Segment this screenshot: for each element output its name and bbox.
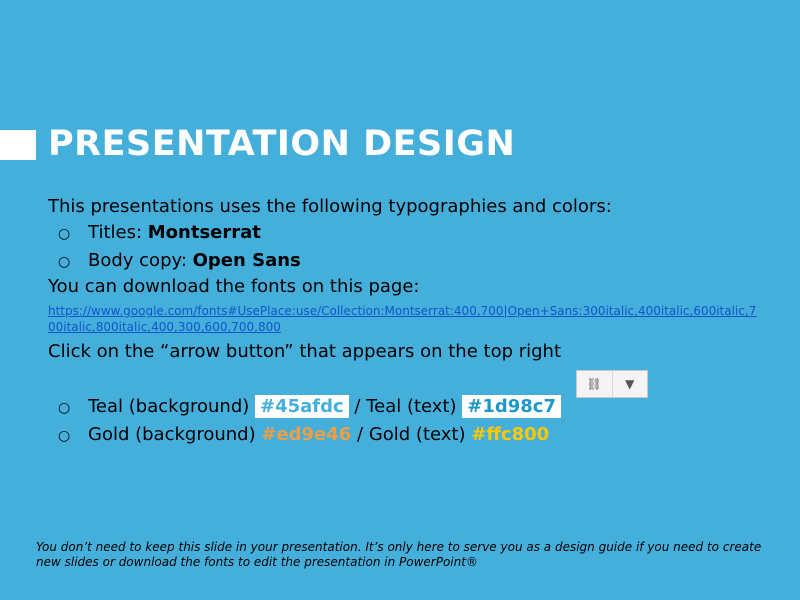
fonts-download-link[interactable]: https://www.google.com/fonts#UsePlace:us… [48,303,758,335]
gold-text-hex: #ffc800 [471,424,550,445]
download-text: You can download the fonts on this page: [48,276,420,297]
download-arrow-button[interactable]: ▼ [611,371,648,397]
gold-bg-hex: #ed9e46 [261,424,352,445]
link-icon: ⛓ [586,377,602,391]
bullet-titles-font: ○ Titles: Montserrat [58,222,261,243]
bullet-body-font: ○ Body copy: Open Sans [58,250,301,271]
teal-text-hex: #1d98c7 [462,395,561,418]
download-arrow-icon: ▼ [625,377,635,391]
bullet-marker: ○ [58,226,71,242]
color-label: Teal (background) [88,396,255,417]
link-arrow-widget: ⛓ ▼ [576,370,648,398]
bullet-prefix: Titles: [88,222,148,243]
arrow-instruction-text: Click on the “arrow button” that appears… [48,341,562,362]
font-name: Montserrat [147,222,261,243]
title-accent-bar [0,130,36,160]
color-separator: / Teal (text) [348,396,463,417]
color-separator: / Gold (text) [351,424,472,445]
footer-note: You don’t need to keep this slide in you… [36,540,762,569]
font-name: Open Sans [192,250,301,271]
link-button[interactable]: ⛓ [577,371,612,397]
slide-title: PRESENTATION DESIGN [48,124,516,164]
bullet-marker: ○ [58,400,71,416]
bullet-prefix: Body copy: [88,250,193,271]
intro-text: This presentations uses the following ty… [48,196,612,217]
color-bullet-teal: ○ Teal (background) #45afdc / Teal (text)… [58,395,561,418]
color-label: Gold (background) [88,424,262,445]
teal-bg-hex: #45afdc [255,395,349,418]
bullet-marker: ○ [58,254,71,270]
bullet-marker: ○ [58,428,71,444]
color-bullet-gold: ○ Gold (background) #ed9e46 / Gold (text)… [58,424,549,445]
